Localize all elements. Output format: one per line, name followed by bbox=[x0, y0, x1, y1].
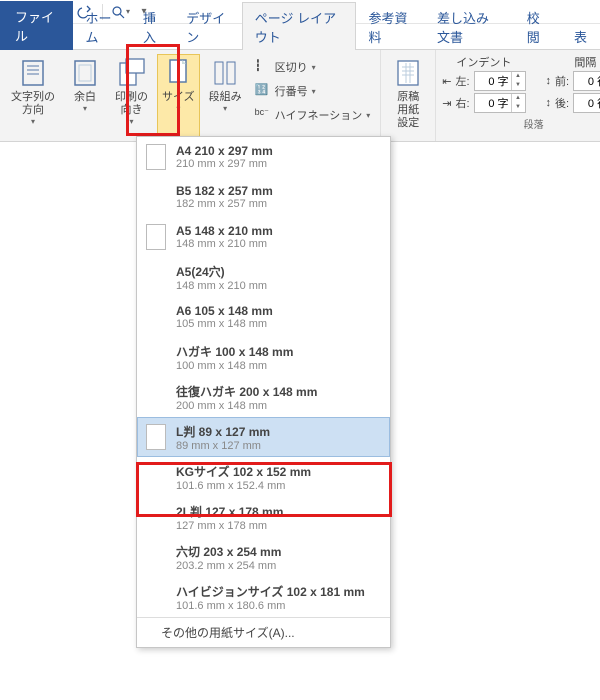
spacing-after-input[interactable]: ▲▼ bbox=[573, 93, 600, 113]
paper-thumb-icon bbox=[146, 504, 166, 530]
ribbon-tabs: ファイル ホーム 挿入 デザイン ページ レイアウト 参考資料 差し込み文書 校… bbox=[0, 24, 600, 50]
size-option-dims: 100 mm x 148 mm bbox=[176, 360, 293, 372]
size-option[interactable]: A5(24穴)148 mm x 210 mm bbox=[137, 257, 390, 297]
paper-thumb-icon bbox=[146, 424, 166, 450]
size-icon bbox=[162, 57, 194, 89]
size-dropdown-menu: A4 210 x 297 mm210 mm x 297 mmB5 182 x 2… bbox=[136, 136, 391, 648]
tab-design[interactable]: デザイン bbox=[173, 2, 242, 50]
hyphenation-icon: bc⁻ bbox=[255, 107, 271, 123]
more-paper-sizes[interactable]: その他の用紙サイズ(A)... bbox=[137, 617, 390, 647]
indent-left-icon: ⇤ bbox=[442, 75, 451, 88]
size-option-dims: 127 mm x 178 mm bbox=[176, 520, 283, 532]
size-option[interactable]: B5 182 x 257 mm182 mm x 257 mm bbox=[137, 177, 390, 217]
text-direction-button[interactable]: 文字列の 方向▾ bbox=[6, 54, 60, 139]
paper-thumb-icon bbox=[146, 224, 166, 250]
size-option[interactable]: 往復ハガキ 200 x 148 mm200 mm x 148 mm bbox=[137, 377, 390, 417]
line-numbers-icon: 🔢 bbox=[255, 83, 271, 99]
size-option-name: A5 148 x 210 mm bbox=[176, 224, 273, 238]
size-option[interactable]: ハガキ 100 x 148 mm100 mm x 148 mm bbox=[137, 337, 390, 377]
indent-left-input[interactable]: ▲▼ bbox=[474, 71, 526, 91]
spacing-after-label: 後: bbox=[555, 95, 569, 111]
tab-page-layout[interactable]: ページ レイアウト bbox=[242, 2, 356, 50]
orientation-icon bbox=[116, 57, 148, 89]
size-option-dims: 148 mm x 210 mm bbox=[176, 238, 273, 250]
size-option-dims: 101.6 mm x 152.4 mm bbox=[176, 480, 311, 492]
size-option-name: B5 182 x 257 mm bbox=[176, 184, 273, 198]
size-option-name: ハガキ 100 x 148 mm bbox=[176, 343, 293, 360]
size-option-dims: 210 mm x 297 mm bbox=[176, 158, 273, 170]
size-button[interactable]: サイズ▾ bbox=[157, 54, 200, 139]
tab-review[interactable]: 校閲 bbox=[514, 2, 561, 50]
spacing-after-icon: ↕ bbox=[546, 97, 552, 109]
line-numbers-button[interactable]: 🔢行番号▾ bbox=[255, 80, 371, 102]
margins-button[interactable]: 余白▾ bbox=[64, 54, 106, 139]
manuscript-icon bbox=[392, 57, 424, 89]
indent-left-label: 左: bbox=[455, 73, 469, 89]
size-option[interactable]: A5 148 x 210 mm148 mm x 210 mm bbox=[137, 217, 390, 257]
size-option-name: 六切 203 x 254 mm bbox=[176, 543, 281, 560]
indent-right-label: 右: bbox=[455, 95, 469, 111]
margins-icon bbox=[69, 57, 101, 89]
size-option[interactable]: ハイビジョンサイズ 102 x 181 mm101.6 mm x 180.6 m… bbox=[137, 577, 390, 617]
paper-thumb-icon bbox=[146, 184, 166, 210]
spacing-before-input[interactable]: ▲▼ bbox=[573, 71, 600, 91]
paper-thumb-icon bbox=[146, 144, 166, 170]
manuscript-group: 原稿用紙 設定 bbox=[381, 50, 436, 141]
orientation-button[interactable]: 印刷の 向き▾ bbox=[110, 54, 153, 139]
spacing-before-label: 前: bbox=[555, 73, 569, 89]
size-option-name: A6 105 x 148 mm bbox=[176, 304, 273, 318]
size-option[interactable]: KGサイズ 102 x 152 mm101.6 mm x 152.4 mm bbox=[137, 457, 390, 497]
paper-thumb-icon bbox=[146, 384, 166, 410]
columns-button[interactable]: 段組み▾ bbox=[204, 54, 247, 139]
size-option[interactable]: 2L判 127 x 178 mm127 mm x 178 mm bbox=[137, 497, 390, 537]
size-option-name: A4 210 x 297 mm bbox=[176, 144, 273, 158]
tab-references[interactable]: 参考資料 bbox=[356, 2, 425, 50]
page-setup-group: 文字列の 方向▾ 余白▾ 印刷の 向き▾ サイズ▾ 段組み▾ ┇区切り▾ 🔢行番… bbox=[0, 50, 381, 141]
size-option-dims: 148 mm x 210 mm bbox=[176, 280, 267, 292]
paper-thumb-icon bbox=[146, 464, 166, 490]
paper-thumb-icon bbox=[146, 344, 166, 370]
paragraph-group: インデント ⇤ 左: ▲▼ ⇥ 右: ▲▼ 間隔 ↕前: ▲▼ ↕後: ▲▼ 段落 bbox=[436, 50, 600, 141]
tab-file[interactable]: ファイル bbox=[0, 1, 73, 50]
text-direction-icon bbox=[17, 57, 49, 89]
size-option-name: 2L判 127 x 178 mm bbox=[176, 503, 283, 520]
breaks-icon: ┇ bbox=[255, 59, 271, 75]
size-option-name: ハイビジョンサイズ 102 x 181 mm bbox=[176, 583, 365, 600]
columns-icon bbox=[209, 57, 241, 89]
spacing-header: 間隔 bbox=[546, 54, 600, 70]
size-option[interactable]: 六切 203 x 254 mm203.2 mm x 254 mm bbox=[137, 537, 390, 577]
tab-insert[interactable]: 挿入 bbox=[130, 2, 177, 50]
breaks-button[interactable]: ┇区切り▾ bbox=[255, 56, 371, 78]
size-option-name: 往復ハガキ 200 x 148 mm bbox=[176, 383, 317, 400]
paper-thumb-icon bbox=[146, 264, 166, 290]
size-option-dims: 89 mm x 127 mm bbox=[176, 440, 270, 452]
size-option-dims: 105 mm x 148 mm bbox=[176, 318, 273, 330]
size-option[interactable]: L判 89 x 127 mm89 mm x 127 mm bbox=[137, 417, 390, 457]
size-option-name: KGサイズ 102 x 152 mm bbox=[176, 463, 311, 480]
paper-thumb-icon bbox=[146, 544, 166, 570]
size-option[interactable]: A4 210 x 297 mm210 mm x 297 mm bbox=[137, 137, 390, 177]
ribbon: 文字列の 方向▾ 余白▾ 印刷の 向き▾ サイズ▾ 段組み▾ ┇区切り▾ 🔢行番… bbox=[0, 50, 600, 142]
size-option-dims: 203.2 mm x 254 mm bbox=[176, 560, 281, 572]
indent-header: インデント bbox=[442, 54, 525, 70]
size-option-name: A5(24穴) bbox=[176, 263, 267, 280]
size-option-dims: 182 mm x 257 mm bbox=[176, 198, 273, 210]
paragraph-group-label: 段落 bbox=[442, 114, 600, 131]
size-option[interactable]: A6 105 x 148 mm105 mm x 148 mm bbox=[137, 297, 390, 337]
manuscript-button[interactable]: 原稿用紙 設定 bbox=[387, 54, 429, 139]
size-option-dims: 200 mm x 148 mm bbox=[176, 400, 317, 412]
tab-mailings[interactable]: 差し込み文書 bbox=[424, 2, 514, 50]
size-option-name: L判 89 x 127 mm bbox=[176, 423, 270, 440]
spacing-before-icon: ↕ bbox=[546, 75, 552, 87]
tab-home[interactable]: ホーム bbox=[73, 2, 131, 50]
paper-thumb-icon bbox=[146, 304, 166, 330]
paper-thumb-icon bbox=[146, 584, 166, 610]
indent-right-icon: ⇥ bbox=[442, 97, 451, 110]
size-option-dims: 101.6 mm x 180.6 mm bbox=[176, 600, 365, 612]
tab-view[interactable]: 表 bbox=[561, 21, 600, 50]
indent-right-input[interactable]: ▲▼ bbox=[474, 93, 526, 113]
hyphenation-button[interactable]: bc⁻ハイフネーション▾ bbox=[255, 104, 371, 126]
